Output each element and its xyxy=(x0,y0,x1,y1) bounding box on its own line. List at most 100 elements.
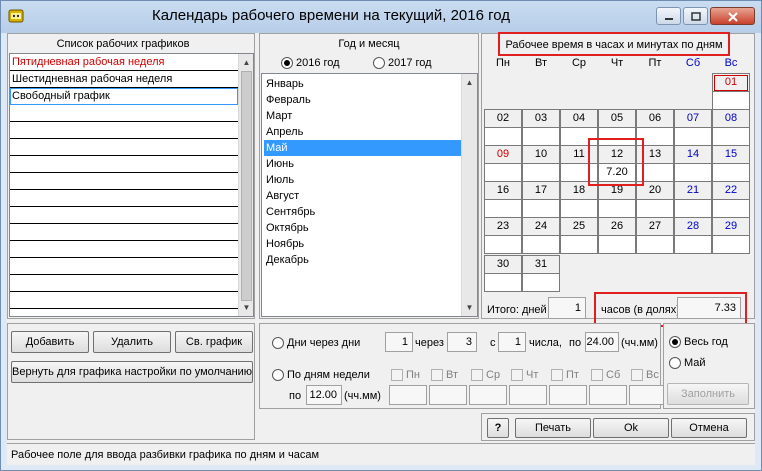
free-schedule-button[interactable]: Св. график xyxy=(175,331,253,353)
day-hours[interactable] xyxy=(713,200,749,217)
weekday-checkbox[interactable] xyxy=(631,369,643,381)
help-button[interactable]: ? xyxy=(487,418,509,438)
close-window-button[interactable] xyxy=(710,7,755,25)
day-cell[interactable]: 16 xyxy=(484,181,522,218)
scroll-up-icon[interactable]: ▲ xyxy=(239,54,253,71)
schedule-empty-row[interactable] xyxy=(10,224,238,241)
cancel-button[interactable]: Отмена xyxy=(671,418,747,438)
month-item[interactable]: Январь xyxy=(264,76,462,92)
day-hours[interactable] xyxy=(713,128,749,145)
whole-year-label[interactable]: Весь год xyxy=(684,335,728,349)
fill-button[interactable]: Заполнить xyxy=(667,383,749,405)
weekday-checkbox[interactable] xyxy=(471,369,483,381)
print-button[interactable]: Печать xyxy=(515,418,591,438)
schedule-item[interactable]: Шестидневная рабочая неделя xyxy=(10,71,238,88)
day-hours[interactable] xyxy=(599,236,635,253)
weekday-checkbox[interactable] xyxy=(511,369,523,381)
by-weekday-hours-input[interactable]: 12.00 xyxy=(306,385,342,405)
work-days-input[interactable]: 1 xyxy=(385,332,413,352)
month-item[interactable]: Май xyxy=(264,140,462,156)
schedule-empty-row[interactable] xyxy=(10,190,238,207)
ok-button[interactable]: Ok xyxy=(593,418,669,438)
month-item[interactable]: Апрель xyxy=(264,124,462,140)
day-hours[interactable] xyxy=(485,164,521,181)
schedule-item[interactable]: Свободный график xyxy=(10,88,238,105)
reset-defaults-button[interactable]: Вернуть для графика настройки по умолчан… xyxy=(11,361,253,383)
day-hours[interactable] xyxy=(713,164,749,181)
day-cell[interactable]: 10 xyxy=(522,145,560,182)
day-cell[interactable]: 08 xyxy=(712,109,750,146)
day-cell[interactable]: 03 xyxy=(522,109,560,146)
month-item[interactable]: Август xyxy=(264,188,462,204)
day-cell[interactable]: 14 xyxy=(674,145,712,182)
every-n-days-label[interactable]: Дни через дни xyxy=(287,336,360,350)
day-cell[interactable]: 26 xyxy=(598,217,636,254)
month-scope-radio[interactable] xyxy=(669,357,681,369)
day-hours[interactable] xyxy=(523,164,559,181)
schedule-empty-row[interactable] xyxy=(10,258,238,275)
scroll-thumb[interactable] xyxy=(241,71,252,301)
day-cell[interactable]: 09 xyxy=(484,145,522,182)
weekday-hours-input[interactable] xyxy=(389,385,427,405)
schedule-empty-row[interactable] xyxy=(10,275,238,292)
day-hours[interactable] xyxy=(675,128,711,145)
month-item[interactable]: Октябрь xyxy=(264,220,462,236)
year-2016-radio[interactable] xyxy=(281,57,293,69)
schedules-scrollbar[interactable]: ▲ ▼ xyxy=(238,54,253,316)
day-hours[interactable] xyxy=(675,164,711,181)
day-hours[interactable] xyxy=(637,236,673,253)
whole-year-radio[interactable] xyxy=(669,336,681,348)
day-hours[interactable] xyxy=(675,236,711,253)
month-item[interactable]: Март xyxy=(264,108,462,124)
schedule-item[interactable]: Пятидневная рабочая неделя xyxy=(10,54,238,71)
add-button[interactable]: Добавить xyxy=(11,331,89,353)
schedule-empty-row[interactable] xyxy=(10,122,238,139)
year-2017-radio[interactable] xyxy=(373,57,385,69)
day-cell[interactable]: 19 xyxy=(598,181,636,218)
day-hours[interactable] xyxy=(713,236,749,253)
schedule-empty-row[interactable] xyxy=(10,207,238,224)
weekday-checkbox[interactable] xyxy=(431,369,443,381)
day-cell[interactable]: 07 xyxy=(674,109,712,146)
months-list[interactable]: Январь Февраль Март Апрель Май Июнь Июль Август… xyxy=(261,73,478,317)
day-hours[interactable] xyxy=(485,128,521,145)
weekday-hours-input[interactable] xyxy=(629,385,667,405)
weekday-hours-input[interactable] xyxy=(509,385,547,405)
day-hours[interactable] xyxy=(599,200,635,217)
year-2017-label[interactable]: 2017 год xyxy=(388,56,432,70)
weekday-hours-input[interactable] xyxy=(429,385,467,405)
day-hours[interactable] xyxy=(637,200,673,217)
day-cell[interactable]: 29 xyxy=(712,217,750,254)
month-item[interactable]: Ноябрь xyxy=(264,236,462,252)
year-2016-label[interactable]: 2016 год xyxy=(296,56,340,70)
day-hours[interactable] xyxy=(561,236,597,253)
day-cell[interactable]: 20 xyxy=(636,181,674,218)
schedule-empty-row[interactable] xyxy=(10,105,238,122)
day-hours[interactable] xyxy=(675,200,711,217)
month-item[interactable]: Июнь xyxy=(264,156,462,172)
schedule-empty-row[interactable] xyxy=(10,292,238,309)
day-hours[interactable] xyxy=(485,236,521,253)
day-hours[interactable] xyxy=(523,128,559,145)
month-item[interactable]: Февраль xyxy=(264,92,462,108)
start-day-input[interactable]: 1 xyxy=(498,332,526,352)
month-item[interactable]: Сентябрь xyxy=(264,204,462,220)
day-hours[interactable] xyxy=(485,274,521,291)
month-item[interactable]: Июль xyxy=(264,172,462,188)
weekday-hours-input[interactable] xyxy=(469,385,507,405)
months-scrollbar[interactable]: ▲ ▼ xyxy=(461,74,477,316)
day-hours[interactable] xyxy=(561,200,597,217)
every-n-hours-input[interactable]: 24.00 xyxy=(585,332,619,352)
day-cell[interactable]: 01 xyxy=(712,73,750,110)
day-hours[interactable] xyxy=(523,274,559,291)
day-cell[interactable]: 27 xyxy=(636,217,674,254)
maximize-button[interactable] xyxy=(683,7,708,25)
every-n-days-radio[interactable] xyxy=(272,337,284,349)
day-cell[interactable]: 22 xyxy=(712,181,750,218)
day-hours[interactable] xyxy=(523,236,559,253)
weekday-checkbox[interactable] xyxy=(551,369,563,381)
day-cell[interactable]: 31 xyxy=(522,255,560,292)
schedules-list[interactable]: Пятидневная рабочая неделя Шестидневная р… xyxy=(9,53,254,317)
months-scroll-up-icon[interactable]: ▲ xyxy=(462,74,477,91)
day-cell[interactable]: 30 xyxy=(484,255,522,292)
